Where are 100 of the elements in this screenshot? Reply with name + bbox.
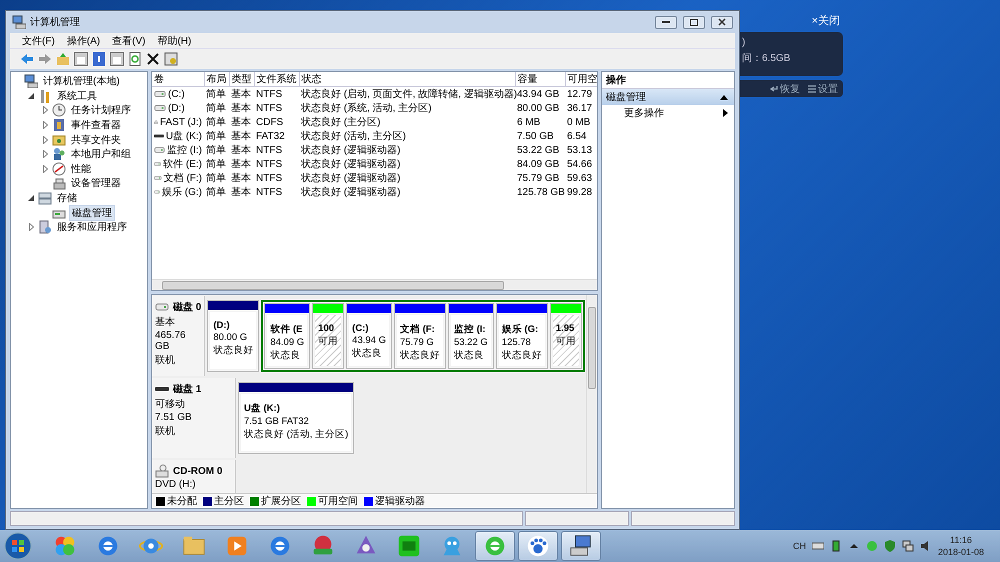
extended-partition[interactable]: 软件 (E 84.09 G 状态良 100 可用 (C:) 43.94 G 状态良 文档 (F: 75.79 G 状态良好 监控 (I: 53.22 G 状态良 娱乐 (G: 125.78 状态良好 1.95 可用 [261,300,585,372]
tree-item[interactable]: 计算机管理(本地) [41,74,122,88]
table-cell: (C:) [168,88,185,100]
menu-item[interactable]: 查看(V) [112,34,146,48]
tree-item[interactable]: 本地用户和组 [69,147,133,162]
notification-button[interactable]: 设置 [808,82,838,96]
collapse-triangle-icon[interactable] [28,92,34,99]
tree-item[interactable]: 共享文件夹 [69,132,123,147]
notification-button[interactable]: 恢复 [770,82,800,96]
table-cell-text: 基本 [230,102,252,115]
pane-icon[interactable] [110,52,124,66]
tree-item[interactable]: 服务和应用程序 [55,220,129,234]
legend-label: 可用空间 [318,494,358,508]
clock-icon [52,103,66,118]
partition[interactable]: 文档 (F: 75.79 G 状态良好 [394,303,446,369]
partition-text: 84.09 G [270,337,304,348]
expand-triangle-icon[interactable] [28,223,34,232]
table-cell-text: NTFS [255,186,284,199]
tree-item[interactable]: 磁盘管理 [69,204,115,221]
table-cell-text: 基本 [230,130,252,143]
input-language[interactable]: CH [792,541,806,551]
disk-name: 磁盘 0 [173,300,202,314]
maximize-button[interactable] [683,16,705,28]
start-button[interactable] [4,532,32,560]
help-icon[interactable] [92,52,106,66]
properties-icon[interactable] [164,52,178,66]
taskbar-app[interactable] [561,531,601,561]
action-section[interactable]: 磁盘管理 [602,89,734,105]
battery-icon[interactable] [830,540,842,552]
tree-item[interactable]: 设备管理器 [69,176,123,190]
network-icon[interactable] [902,540,914,552]
menu-item[interactable]: 帮助(H) [157,34,192,48]
table-cell-text: NTFS [255,102,284,115]
table-cell-text: 基本 [230,186,252,199]
expand-triangle-icon[interactable] [42,164,48,173]
pane-icon[interactable] [74,52,88,66]
column-header[interactable]: 类型 [229,72,254,86]
partition[interactable]: 软件 (E 84.09 G 状态良 [264,303,310,369]
partition-text: (C:) [352,323,370,334]
table-cell-text: FAT32 [255,130,286,143]
partition[interactable]: U盘 (K:) 7.51 GB FAT32 状态良好 (活动, 主分区) [238,382,354,454]
table-cell-text: 简单 [205,130,227,143]
expand-triangle-icon[interactable] [42,121,48,130]
partition[interactable]: 100 可用 [312,303,344,369]
table-cell: (D:) [168,102,185,114]
disk-name: 磁盘 1 [173,382,202,396]
table-cell-text: NTFS [255,144,284,157]
expand-triangle-icon[interactable] [42,136,48,144]
back-arrow-icon[interactable] [20,52,34,66]
users-icon [52,147,66,162]
table-cell-text: 简单 [205,102,227,115]
menu-item[interactable]: 操作(A) [66,34,100,48]
collapse-triangle-icon[interactable] [28,195,34,202]
arrow-icon [723,109,728,117]
partition[interactable]: (D:) 80.00 G 状态良好 [207,300,260,372]
partition[interactable]: 监控 (I: 53.22 G 状态良 [448,303,494,369]
table-cell-text: 54.66 [566,158,594,171]
close-button[interactable] [711,16,733,28]
legend-label: 扩展分区 [261,494,301,508]
tree-item[interactable]: 性能 [69,162,93,176]
clock[interactable]: 11:16 2018-01-08 [938,534,984,558]
table-cell-text: 文档 (F:) [164,172,202,185]
partition[interactable]: (C:) 43.94 G 状态良 [346,303,392,369]
tree-item[interactable]: 存储 [55,191,79,206]
vertical-scrollbar[interactable] [586,295,597,493]
column-header[interactable]: 布局 [204,72,229,86]
column-header[interactable]: 文件系统 [254,72,299,86]
column-header[interactable]: 可用空 [565,72,597,86]
column-header[interactable]: 容量 [515,72,565,86]
menu-item[interactable]: 文件(F) [22,34,55,48]
notification-text: 间：6.5GB [742,52,792,65]
column-header[interactable]: 卷 [152,72,204,86]
minimize-button[interactable] [655,16,677,28]
partition-text: (D:) [213,320,231,331]
table-cell-text: 状态良好 (逻辑驱动器) [300,144,402,157]
tree-item[interactable]: 系统工具 [55,88,99,103]
table-cell-text: 基本 [230,158,252,171]
legend-label: 逻辑驱动器 [375,494,425,508]
disk-info: 联机 [155,354,176,367]
disk-info: 7.51 GB [155,412,193,423]
expand-triangle-icon[interactable] [42,150,48,158]
partition[interactable]: 1.95 可用 [550,303,582,369]
column-header[interactable]: 状态 [299,72,515,86]
refresh-icon[interactable] [128,52,142,66]
taskbar-app[interactable] [518,531,558,561]
tree-item[interactable]: 任务计划程序 [69,103,133,118]
table-cell-text: 59.63 [566,172,594,185]
partition-text: 80.00 G [213,332,248,343]
tree-item[interactable]: 事件查看器 [69,118,123,132]
horizontal-scrollbar[interactable] [152,279,597,290]
expand-triangle-icon[interactable] [42,106,48,114]
close-link[interactable]: ×关闭 [812,13,840,28]
table-cell-text: 125.78 GB [516,186,565,199]
delete-icon[interactable] [146,52,160,66]
folder-up-icon[interactable] [56,52,70,66]
partition[interactable]: 娱乐 (G: 125.78 状态良好 [496,303,548,369]
action-item[interactable]: 更多操作 [602,105,734,121]
forward-arrow-icon[interactable] [38,52,52,66]
table-cell-text: 状态良好 (逻辑驱动器) [300,186,402,199]
keyboard-icon[interactable] [812,540,824,552]
